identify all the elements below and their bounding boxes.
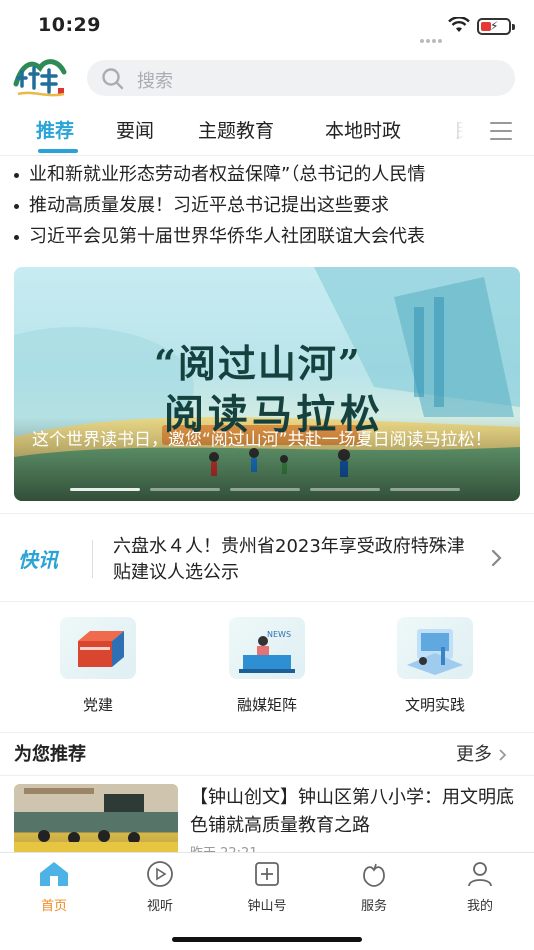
article-thumbnail [14,784,178,854]
bottom-tab-home[interactable]: 首页 [14,859,94,914]
add-box-icon [255,862,279,886]
civilization-practice-icon [397,617,473,679]
quick-entry-media-matrix[interactable]: NEWS 融媒矩阵 [207,617,327,715]
signal-icon [420,28,444,43]
bottom-tab-service[interactable]: 服务 [334,859,414,914]
app-header: 搜索 [0,50,534,106]
home-icon [40,862,68,886]
service-icon [363,863,385,887]
list-item[interactable]: 【钟山创文】钟山区第八小学：用文明底色铺就高质量教育之路 昨天 22:21 [0,778,534,854]
status-bar: 10:29 ⚡ [0,0,534,50]
battery-icon: ⚡ [477,18,515,35]
flash-news-tag: 快讯 [18,548,58,572]
search-placeholder: 搜索 [137,71,173,92]
recommend-section-header: 为您推荐 更多 [0,734,534,776]
home-indicator [172,937,362,942]
banner-carousel[interactable]: “阅过山河” 阅读马拉松 这个世界读书日，邀您“阅过山河”共赴一场夏日阅读马拉松… [14,267,520,501]
headline-item[interactable]: 习近平会见第十届世界华侨华人社团联谊大会代表 [0,222,534,253]
bottom-tab-video[interactable]: 视听 [120,859,200,914]
banner-art-title: “阅过山河” [154,341,362,386]
tab-recommend[interactable]: 推荐 [36,116,74,143]
category-tabs: 推荐 要闻 主题教育 本地时政 民 [0,106,534,156]
search-icon [102,68,124,90]
headline-item[interactable]: 推动高质量发展！习近平总书记提出这些要求 [0,191,534,222]
headline-list: 业和新就业形态劳动者权益保障”（总书记的人民情 推动高质量发展！习近平总书记提出… [0,160,534,253]
more-link[interactable]: 更多 [456,740,508,766]
quick-entries: 党建 NEWS 融媒矩阵 文明实践 [0,603,534,733]
menu-icon[interactable] [490,122,512,146]
tab-theme-education[interactable]: 主题教育 [198,116,274,143]
article-title: 【钟山创文】钟山区第八小学：用文明底色铺就高质量教育之路 [190,787,514,836]
status-time: 10:29 [38,14,101,36]
flash-news[interactable]: 快讯 六盘水４人！贵州省2023年享受政府特殊津贴建议人选公示 [0,513,534,602]
section-title: 为您推荐 [14,744,86,765]
quick-entry-party-building[interactable]: 党建 [38,617,158,715]
bottom-tab-profile[interactable]: 我的 [440,859,520,914]
play-icon [147,861,173,887]
app-logo[interactable] [12,54,70,100]
headline-item[interactable]: 业和新就业形态劳动者权益保障”（总书记的人民情 [0,160,534,191]
bottom-tab-zhongshan[interactable]: 钟山号 [227,859,307,914]
svg-text:NEWS: NEWS [267,630,291,639]
news-anchor-icon: NEWS [229,617,305,679]
banner-caption: 这个世界读书日，邀您“阅过山河”共赴一场夏日阅读马拉松！ [32,430,492,450]
quick-entry-civilization-practice[interactable]: 文明实践 [375,617,495,715]
flash-news-text: 六盘水４人！贵州省2023年享受政府特殊津贴建议人选公示 [113,536,465,583]
active-tab-indicator [38,149,78,153]
tab-local-politics[interactable]: 本地时政 [325,116,401,143]
wifi-icon [448,17,470,32]
bottom-tab-bar: 首页 视听 钟山号 服务 我的 [0,852,534,950]
chevron-right-icon [499,749,507,761]
profile-icon [468,862,492,887]
chevron-right-icon[interactable] [490,548,504,568]
search-input[interactable]: 搜索 [87,60,515,96]
carousel-indicator [70,488,470,491]
tab-news[interactable]: 要闻 [116,116,154,143]
party-building-icon [60,617,136,679]
